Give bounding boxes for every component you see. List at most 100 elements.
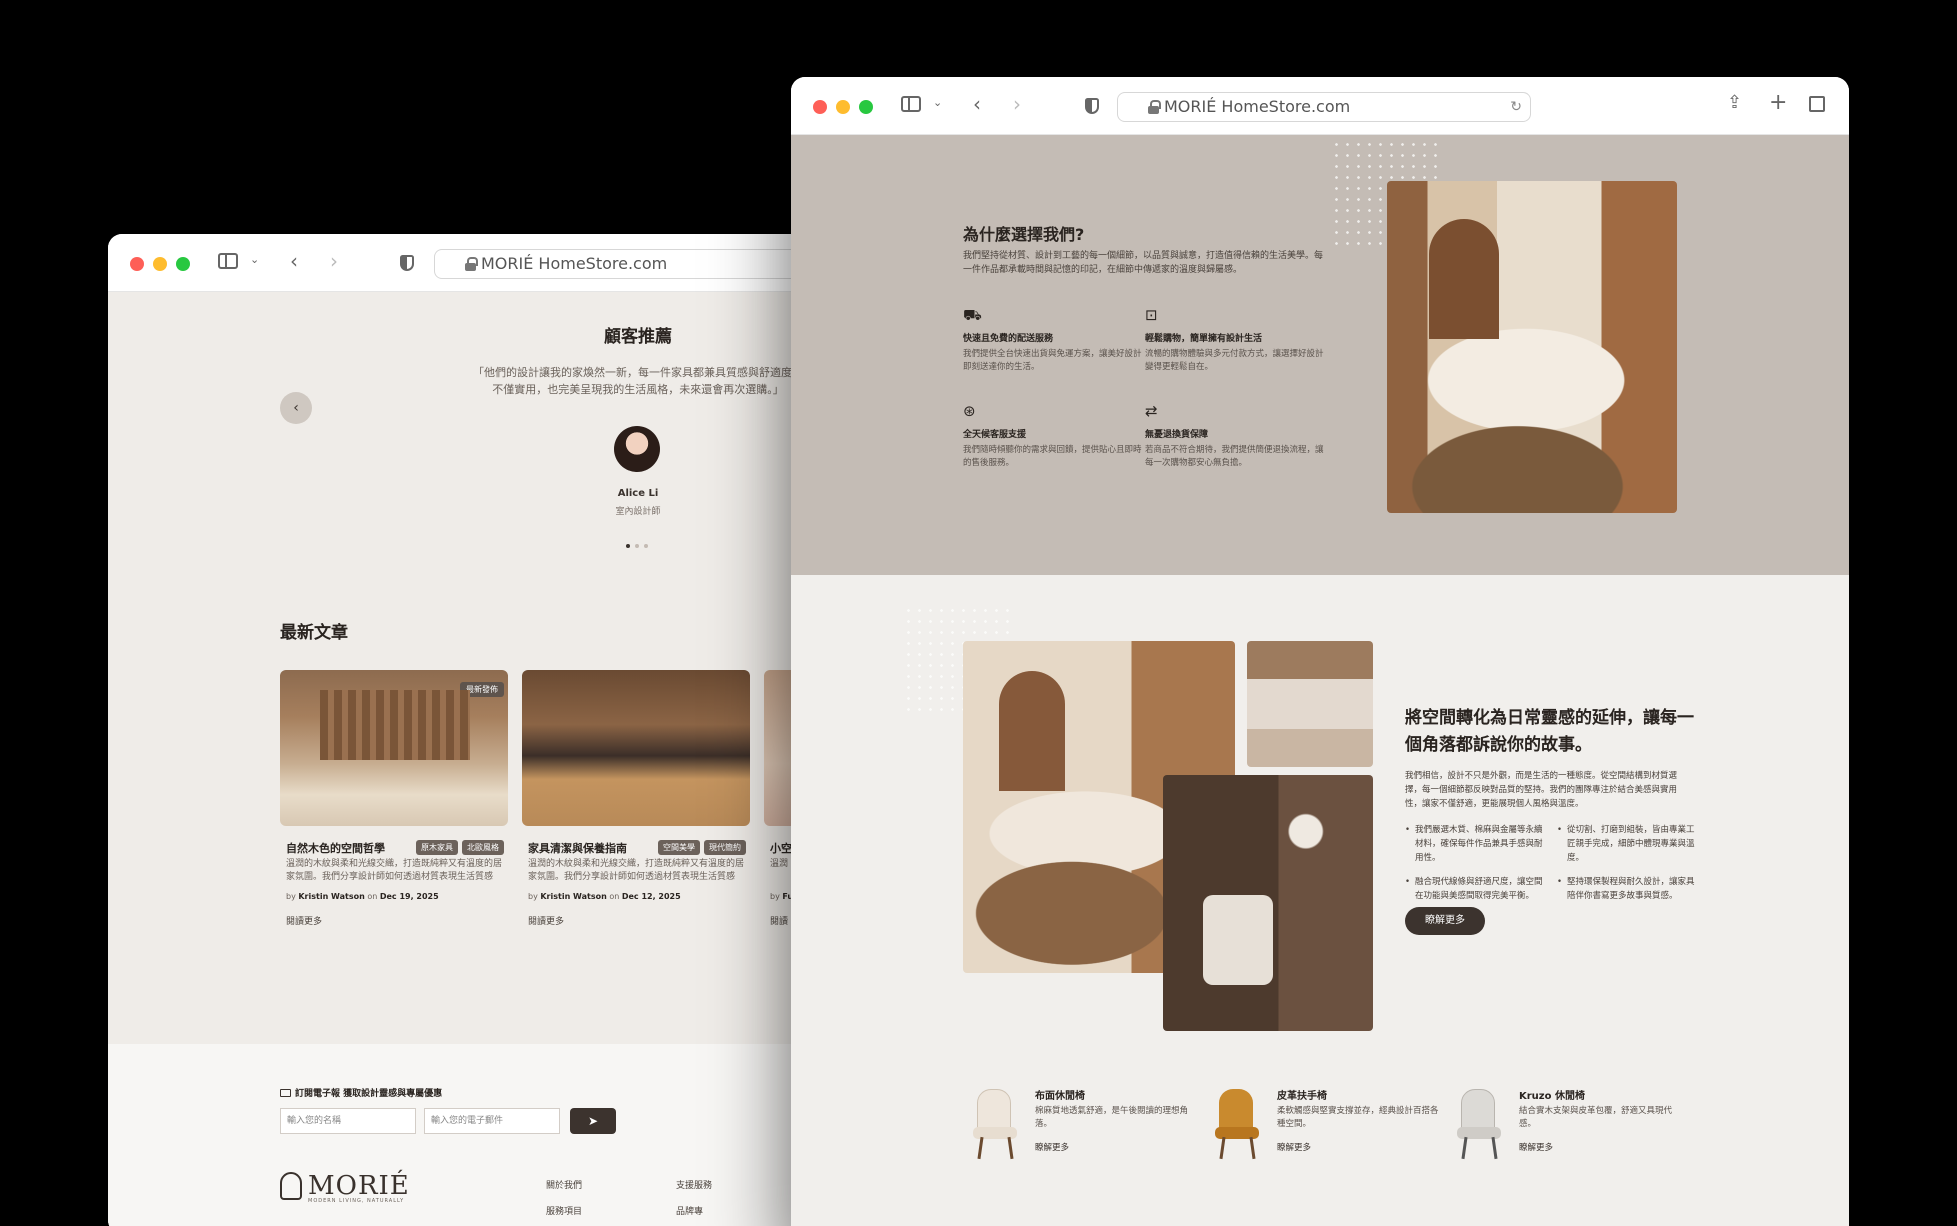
avatar: [614, 426, 660, 472]
sidebar-icon[interactable]: [901, 96, 921, 112]
testimonial-quote: 「他們的設計讓我的家煥然一新，每一件家具都兼具質感與舒適度，不僅實用，也完美呈現…: [473, 366, 803, 396]
address-bar[interactable]: MORIÉ HomeStore.com ↻: [1117, 92, 1531, 122]
story-title: 將空間轉化為日常靈感的延伸，讓每一個角落都訴說你的故事。: [1405, 708, 1694, 755]
testimonial-role: 室內設計師: [615, 507, 661, 517]
footer-link-support[interactable]: 支援服務: [676, 1178, 712, 1191]
carousel-dot[interactable]: [644, 544, 648, 548]
address-text: MORIÉ HomeStore.com: [1164, 97, 1351, 116]
article-card[interactable]: 最新發佈 自然木色的空間哲學 原木家具 北歐風格 溫潤的木紋與柔和光線交織，打造…: [280, 670, 508, 927]
chevron-down-icon[interactable]: ⌄: [250, 254, 259, 265]
collage-photo-study: [1163, 775, 1373, 1031]
close-window-button[interactable]: [130, 257, 144, 271]
product-more-link[interactable]: 瞭解更多: [1035, 1141, 1069, 1153]
logo-tagline: MODERN LIVING, NATURALLY: [308, 1198, 405, 1204]
product-card[interactable]: 皮革扶手椅 柔軟觸感與堅實支撐並存，經典設計百搭各種空間。 瞭解更多: [1209, 1085, 1445, 1165]
testimonial-title: 顧客推薦: [604, 327, 672, 347]
feature-returns: ⇄ 無憂退換貨保障 若商品不符合期待，我們提供簡便退換流程，讓每一次購物都安心無…: [1145, 402, 1324, 468]
page-content: 為什麼選擇我們? 我們堅持從材質、設計到工藝的每一個細節，以品質與誠意，打造值得…: [791, 135, 1849, 1226]
why-desc: 我們堅持從材質、設計到工藝的每一個細節，以品質與誠意，打造值得信賴的生活美學。每…: [963, 251, 1324, 275]
close-window-button[interactable]: [813, 100, 827, 114]
chair-fabric-icon: [967, 1089, 1025, 1160]
mail-icon: [280, 1089, 291, 1097]
product-desc: 結合實木支架與皮革包覆，舒適又具現代感。: [1519, 1106, 1673, 1129]
article-image: [522, 670, 750, 826]
learn-more-button[interactable]: 瞭解更多: [1405, 907, 1485, 935]
product-title: Kruzo 休閒椅: [1519, 1091, 1585, 1102]
story-bullets: 我們嚴選木質、棉麻與金屬等永續材料，確保每件作品兼具手感與耐用性。 從切割、打磨…: [1405, 823, 1695, 903]
browser-window-back: ⌄ ‹ › MORIÉ HomeStore.com 顧客推薦 「他們的設計讓我的…: [108, 234, 808, 1226]
feature-delivery: ⛟ 快速且免費的配送服務 我們提供全台快速出貨與免運方案，讓美好設計即刻送達你的…: [963, 306, 1142, 372]
chevron-left-icon[interactable]: ‹: [973, 94, 981, 114]
carousel-dot[interactable]: [626, 544, 630, 548]
new-badge: 最新發佈: [460, 682, 504, 697]
chevron-left-icon: ‹: [293, 400, 299, 416]
footer: 訂閱電子報 獲取設計靈感與專屬優惠 輸入您的名稱 輸入您的電子郵件 ➤ MORI…: [108, 1044, 808, 1226]
article-tag[interactable]: 現代簡約: [704, 840, 746, 855]
story-bullet: 從切割、打磨到組裝，皆由專業工匠親手完成，細節中體現專業與溫度。: [1557, 823, 1695, 865]
logo-mark-icon: [280, 1172, 302, 1200]
newsletter-email-input[interactable]: 輸入您的電子郵件: [424, 1108, 560, 1134]
product-desc: 柔軟觸感與堅實支撐並存，經典設計百搭各種空間。: [1277, 1106, 1439, 1129]
newsletter-name-input[interactable]: 輸入您的名稱: [280, 1108, 416, 1134]
article-tag[interactable]: 北歐風格: [462, 840, 504, 855]
lifebuoy-icon: ⊛: [963, 402, 976, 420]
zoom-window-button[interactable]: [176, 257, 190, 271]
chevron-right-icon[interactable]: ›: [1013, 94, 1021, 114]
carousel-dot[interactable]: [635, 544, 639, 548]
story-desc: 我們相信，設計不只是外觀，而是生活的一種態度。從空間結構到材質選擇，每一個細節都…: [1405, 771, 1678, 809]
product-more-link[interactable]: 瞭解更多: [1277, 1141, 1311, 1153]
grid-icon[interactable]: [1809, 96, 1825, 112]
product-more-link[interactable]: 瞭解更多: [1519, 1141, 1553, 1153]
reload-icon[interactable]: ↻: [1510, 93, 1522, 121]
footer-link-about[interactable]: 關於我們: [546, 1178, 582, 1191]
shield-icon[interactable]: [1085, 98, 1099, 114]
shield-icon[interactable]: [400, 255, 414, 271]
share-icon[interactable]: ⇪: [1727, 94, 1742, 112]
read-more-link[interactable]: 閱讀: [770, 914, 788, 927]
product-desc: 棉麻質地透氣舒適，是午後閱讀的理想角落。: [1035, 1106, 1189, 1129]
why-section: 為什麼選擇我們? 我們堅持從材質、設計到工藝的每一個細節，以品質與誠意，打造值得…: [791, 135, 1849, 575]
article-tag[interactable]: 空間美學: [658, 840, 700, 855]
article-desc: 溫潤的木紋與柔和光線交織，打造既純粹又有溫度的居家氛圍。我們分享設計師如何透過材…: [528, 859, 744, 882]
read-more-link[interactable]: 閱讀更多: [286, 914, 322, 927]
footer-link-services[interactable]: 服務項目: [546, 1204, 582, 1217]
article-title: 家具清潔與保養指南: [528, 842, 627, 855]
lock-icon: [465, 257, 478, 271]
browser-toolbar: ⌄ ‹ › MORIÉ HomeStore.com: [108, 234, 808, 292]
chair-leather-icon: [1209, 1089, 1267, 1160]
address-text: MORIÉ HomeStore.com: [481, 254, 668, 273]
chevron-right-icon[interactable]: ›: [330, 251, 338, 271]
product-card[interactable]: Kruzo 休閒椅 結合實木支架與皮革包覆，舒適又具現代感。 瞭解更多: [1451, 1085, 1687, 1165]
read-more-link[interactable]: 閱讀更多: [528, 914, 564, 927]
send-icon: ➤: [587, 1114, 599, 1128]
plus-icon[interactable]: +: [1769, 92, 1787, 114]
minimize-window-button[interactable]: [836, 100, 850, 114]
address-bar[interactable]: MORIÉ HomeStore.com: [434, 249, 808, 279]
brand-logo[interactable]: MORIÉ MODERN LIVING, NATURALLY: [280, 1172, 410, 1204]
article-card[interactable]: 家具清潔與保養指南 空間美學 現代簡約 溫潤的木紋與柔和光線交織，打造既純粹又有…: [522, 670, 750, 927]
story-bullet: 堅持環保製程與耐久設計，讓家具陪伴你書寫更多故事與質感。: [1557, 875, 1695, 903]
footer-link-brand[interactable]: 品牌專: [676, 1204, 703, 1217]
shopping-bag-icon: ⊡: [1145, 306, 1158, 324]
article-title: 自然木色的空間哲學: [286, 842, 385, 855]
zoom-window-button[interactable]: [859, 100, 873, 114]
article-meta: by Kristin Watson on Dec 12, 2025: [528, 892, 681, 901]
exchange-icon: ⇄: [1145, 402, 1158, 420]
truck-icon: ⛟: [963, 306, 982, 324]
lock-icon: [1148, 100, 1161, 114]
chevron-left-icon[interactable]: ‹: [290, 251, 298, 271]
product-title: 布面休閒椅: [1035, 1091, 1085, 1102]
carousel-dots: [626, 544, 648, 548]
article-tag[interactable]: 原木家具: [416, 840, 458, 855]
testimonial-name: Alice Li: [617, 488, 659, 499]
product-card[interactable]: 布面休閒椅 棉麻質地透氣舒適，是午後閱讀的理想角落。 瞭解更多: [967, 1085, 1203, 1165]
chair-kruzo-icon: [1451, 1089, 1509, 1160]
chevron-down-icon[interactable]: ⌄: [933, 97, 942, 108]
testimonial-prev-button[interactable]: ‹: [280, 392, 312, 424]
why-title: 為什麼選擇我們?: [963, 225, 1085, 244]
newsletter-send-button[interactable]: ➤: [570, 1108, 616, 1134]
minimize-window-button[interactable]: [153, 257, 167, 271]
article-meta: by Fu: [770, 892, 794, 901]
articles-title: 最新文章: [280, 623, 348, 643]
sidebar-icon[interactable]: [218, 253, 238, 269]
